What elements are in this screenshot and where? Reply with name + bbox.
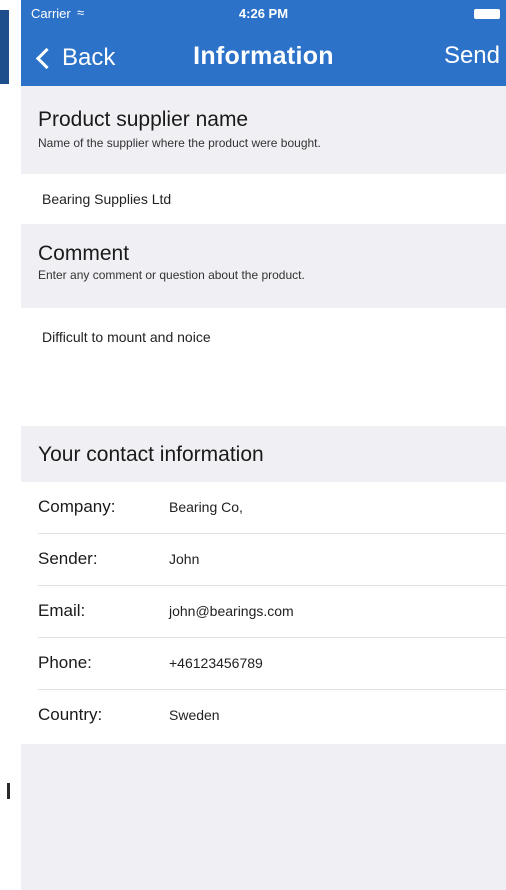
sender-value: John	[169, 551, 200, 567]
comment-section-header: Comment Enter any comment or question ab…	[21, 224, 506, 308]
contact-section-title: Your contact information	[38, 443, 264, 466]
contact-row-company[interactable]: Company: Bearing Co,	[21, 482, 506, 534]
phone-screen: Carrier ≈ 4:26 PM Back Information Send …	[21, 0, 506, 890]
contact-row-phone[interactable]: Phone: +46123456789	[21, 638, 506, 690]
edge-decoration	[7, 783, 10, 799]
contact-row-country[interactable]: Country: Sweden	[21, 690, 506, 744]
phone-label: Phone:	[38, 653, 92, 672]
country-value: Sweden	[169, 707, 220, 723]
phone-value: +46123456789	[169, 655, 263, 671]
country-label: Country:	[38, 705, 103, 724]
navigation-bar: Carrier ≈ 4:26 PM Back Information Send	[21, 0, 506, 86]
edge-decoration	[0, 10, 9, 84]
supplier-section-title: Product supplier name	[38, 108, 249, 131]
page-title: Information	[193, 42, 334, 70]
supplier-name-value: Bearing Supplies Ltd	[42, 191, 172, 207]
supplier-section-subtitle: Name of the supplier where the product w…	[38, 136, 321, 150]
supplier-section-header: Product supplier name Name of the suppli…	[21, 86, 506, 174]
sender-label: Sender:	[38, 549, 98, 568]
contact-row-sender[interactable]: Sender: John	[21, 534, 506, 586]
left-edge-strip	[0, 0, 21, 890]
company-label: Company:	[38, 497, 116, 516]
contact-section-header: Your contact information	[21, 426, 506, 482]
company-value: Bearing Co,	[169, 499, 243, 515]
comment-field[interactable]: Difficult to mount and noice	[21, 308, 506, 426]
email-value: john@bearings.com	[169, 603, 294, 619]
supplier-name-field[interactable]: Bearing Supplies Ltd	[21, 174, 506, 224]
contact-row-email[interactable]: Email: john@bearings.com	[21, 586, 506, 638]
comment-value: Difficult to mount and noice	[42, 329, 211, 345]
status-time: 4:26 PM	[238, 6, 289, 21]
battery-icon	[474, 9, 500, 19]
comment-section-subtitle: Enter any comment or question about the …	[38, 268, 305, 282]
comment-section-title: Comment	[38, 242, 130, 265]
send-button[interactable]: Send	[444, 42, 500, 70]
email-label: Email:	[38, 601, 86, 620]
status-bar: Carrier ≈ 4:26 PM	[21, 0, 506, 30]
